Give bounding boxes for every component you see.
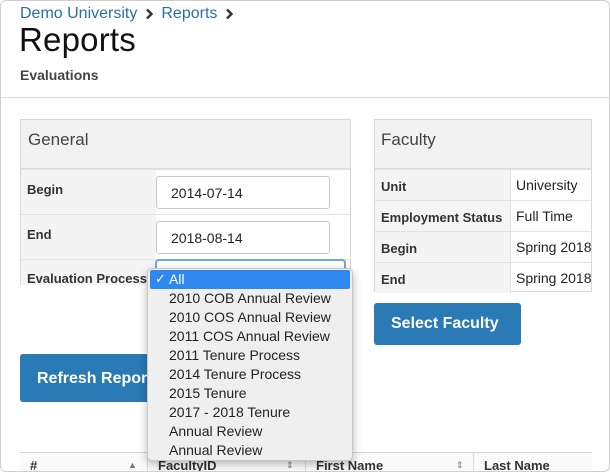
begin-label: Begin (21, 170, 156, 214)
faculty-panel-title: Faculty (375, 120, 591, 169)
general-panel-title: General (21, 120, 350, 169)
dropdown-option-all[interactable]: ✓ All (150, 270, 350, 289)
faculty-begin-value: Spring 2018 (510, 232, 592, 262)
app-window: Demo University Reports Reports Evaluati… (0, 0, 610, 472)
dropdown-option[interactable]: 2014 Tenure Process (148, 365, 352, 384)
dropdown-option[interactable]: 2017 - 2018 Tenure (148, 403, 352, 422)
faculty-row-end: End Spring 2018 (375, 262, 592, 293)
dropdown-option[interactable]: 2011 Tenure Process (148, 346, 352, 365)
end-date-input[interactable]: 2018-08-14 (156, 221, 330, 254)
column-header-label: # (30, 458, 38, 472)
faculty-row-begin: Begin Spring 2018 (375, 231, 592, 262)
header-divider (1, 97, 609, 98)
end-label: End (21, 215, 156, 259)
faculty-row-unit: Unit University (375, 169, 591, 200)
column-header-last-name[interactable]: Last Name (474, 453, 592, 472)
dropdown-option[interactable]: Annual Review (148, 422, 352, 441)
checkmark-icon: ✓ (155, 271, 166, 286)
evaluation-process-label: Evaluation Process (21, 260, 156, 286)
chevron-right-icon (225, 8, 234, 20)
employment-status-label: Employment Status (375, 201, 510, 231)
sort-icon: ⇕ (456, 460, 464, 470)
column-header-number[interactable]: # ▲ (20, 453, 148, 472)
end-row: End 2018-08-14 (21, 214, 350, 259)
sort-icon: ⇕ (286, 460, 294, 470)
begin-date-input[interactable]: 2014-07-14 (156, 176, 330, 209)
employment-status-value: Full Time (510, 201, 591, 231)
page-title: Reports (19, 21, 136, 58)
breadcrumb-reports[interactable]: Reports (161, 5, 217, 23)
faculty-row-employment-status: Employment Status Full Time (375, 200, 591, 231)
dropdown-option[interactable]: 2010 COS Annual Review (148, 308, 352, 327)
option-label: All (169, 271, 185, 287)
dropdown-option[interactable]: 2011 COS Annual Review (148, 327, 352, 346)
chevron-right-icon (145, 8, 154, 20)
select-faculty-button[interactable]: Select Faculty (374, 303, 521, 345)
begin-row: Begin 2014-07-14 (21, 169, 350, 214)
faculty-begin-label: Begin (375, 232, 510, 262)
evaluation-process-dropdown: ✓ All 2010 COB Annual Review 2010 COS An… (147, 268, 353, 461)
sort-up-icon: ▲ (128, 460, 137, 470)
unit-label: Unit (375, 170, 510, 200)
faculty-end-value: Spring 2018 (510, 263, 592, 293)
page-subtitle: Evaluations (20, 67, 99, 83)
column-header-label: Last Name (484, 458, 550, 472)
dropdown-option[interactable]: Annual Review (148, 441, 352, 460)
faculty-end-label: End (375, 263, 510, 293)
faculty-panel: Faculty Unit University Employment Statu… (374, 119, 592, 293)
dropdown-option[interactable]: 2010 COB Annual Review (148, 289, 352, 308)
dropdown-option[interactable]: 2015 Tenure (148, 384, 352, 403)
unit-value: University (510, 170, 591, 200)
